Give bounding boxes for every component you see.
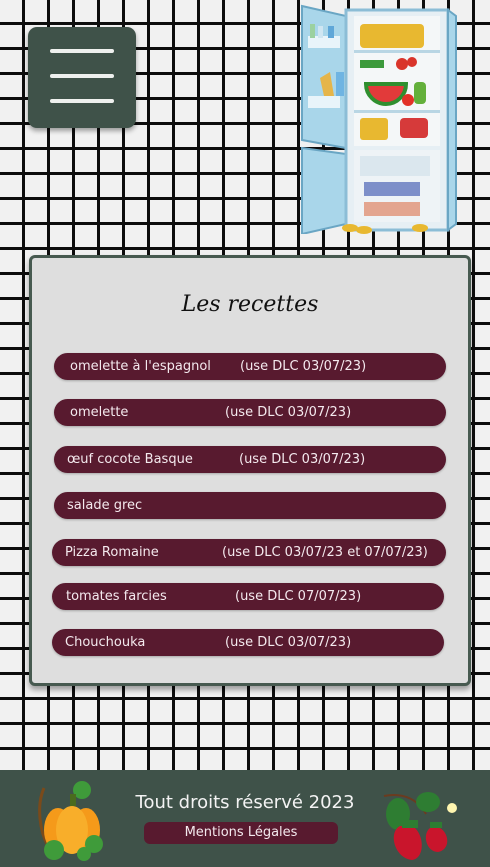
recipe-item[interactable]: tomates farcies (use DLC 07/07/23): [52, 583, 444, 610]
recipe-item[interactable]: œuf cocote Basque (use DLC 03/07/23): [54, 446, 446, 473]
recipes-card: Les recettes omelette à l'espagnol (use …: [29, 255, 471, 686]
recipe-item[interactable]: Pizza Romaine (use DLC 03/07/23 et 07/07…: [52, 539, 446, 566]
menu-button[interactable]: [28, 27, 136, 128]
footer: Tout droits réservé 2023 Mentions Légale…: [0, 770, 490, 867]
recipes-title: Les recettes: [181, 292, 319, 317]
recipe-dlc: (use DLC 03/07/23): [240, 359, 367, 374]
recipe-name: tomates farcies: [66, 589, 167, 604]
recipe-name: œuf cocote Basque: [67, 452, 193, 467]
recipe-name: omelette à l'espagnol: [70, 359, 211, 374]
recipe-item[interactable]: Chouchouka (use DLC 03/07/23): [52, 629, 444, 656]
recipe-item[interactable]: salade grec: [54, 492, 446, 519]
fridge-icon: [301, 4, 457, 234]
recipe-dlc: (use DLC 03/07/23): [225, 635, 352, 650]
menu-bar: [50, 74, 114, 78]
recipe-item[interactable]: omelette (use DLC 03/07/23): [54, 399, 446, 426]
recipe-dlc: (use DLC 03/07/23): [225, 405, 352, 420]
recipe-name: salade grec: [67, 498, 143, 513]
recipe-name: omelette: [70, 405, 129, 420]
strawberry-icon: [383, 792, 457, 860]
recipe-dlc: (use DLC 03/07/23 et 07/07/23): [222, 545, 428, 560]
recipe-item[interactable]: omelette à l'espagnol (use DLC 03/07/23): [54, 353, 446, 380]
recipe-name: Pizza Romaine: [65, 545, 159, 560]
recipe-name: Chouchouka: [65, 635, 146, 650]
legal-notice-button[interactable]: Mentions Légales: [144, 822, 338, 844]
menu-bar: [50, 99, 114, 103]
recipe-dlc: (use DLC 03/07/23): [239, 452, 366, 467]
menu-bar: [50, 49, 114, 53]
recipe-dlc: (use DLC 07/07/23): [235, 589, 362, 604]
